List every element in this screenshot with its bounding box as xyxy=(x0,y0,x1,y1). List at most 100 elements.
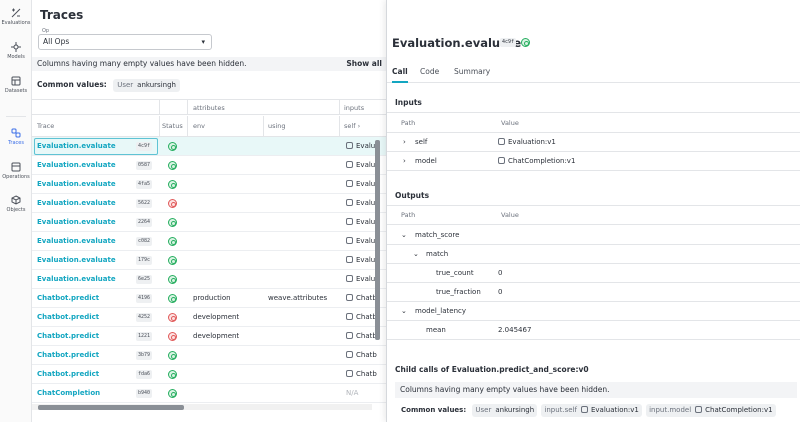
table-row[interactable]: Evaluation.evaluate 179c Evalua xyxy=(32,251,386,270)
common-values: Common values: User ankursingh input.self… xyxy=(401,403,778,417)
tab-summary[interactable]: Summary xyxy=(454,62,490,81)
models-icon xyxy=(11,42,21,52)
col-self[interactable]: self › xyxy=(344,116,360,136)
chip-value: ankursingh xyxy=(495,406,535,414)
table-row[interactable]: Evaluation.evaluate 4c9f Evalua xyxy=(32,137,386,156)
rail-evaluations[interactable]: Evaluations xyxy=(0,8,32,26)
rail-label: Operations xyxy=(2,174,30,180)
output-row[interactable]: ⌄ model_latency xyxy=(387,302,800,321)
self-cell[interactable]: Chatb xyxy=(346,346,377,365)
common-value-chip[interactable]: input.model ChatCompletion:v1 xyxy=(646,404,776,417)
input-value[interactable]: Evaluation:v1 xyxy=(498,133,556,152)
col-status[interactable]: Status xyxy=(162,116,183,136)
rail-datasets[interactable]: Datasets xyxy=(0,76,32,94)
output-path: true_count xyxy=(436,269,474,277)
trace-name-link[interactable]: Evaluation.evaluate xyxy=(37,156,116,175)
outputs-grid: Path Value ⌄ match_score ⌄ match true_co… xyxy=(387,205,800,340)
chip-key: input.model xyxy=(649,406,692,414)
trace-name-link[interactable]: Chatbot.predict xyxy=(37,365,99,384)
hidden-columns-banner: Columns having many empty values have be… xyxy=(32,57,386,71)
table-row[interactable]: Evaluation.evaluate c082 Evalua xyxy=(32,232,386,251)
chip-value: Evaluation:v1 xyxy=(590,406,639,414)
traces-icon xyxy=(11,128,21,138)
trace-name-link[interactable]: Evaluation.evaluate xyxy=(37,232,116,251)
trace-hash: 179c xyxy=(136,256,153,265)
table-row[interactable]: Evaluation.evaluate 2264 Evalua xyxy=(32,213,386,232)
status-error-icon xyxy=(168,313,177,322)
self-cell[interactable]: Chatb xyxy=(346,365,377,384)
input-row[interactable]: › model ChatCompletion:v1 xyxy=(387,152,800,171)
table-row[interactable]: Chatbot.predict 3b79 Chatb xyxy=(32,346,386,365)
trace-hash: 4196 xyxy=(136,294,153,303)
object-icon xyxy=(346,370,353,377)
status-success-icon xyxy=(168,180,177,189)
table-row[interactable]: Chatbot.predict 4196 production weave.at… xyxy=(32,289,386,308)
col-value: Value xyxy=(501,119,519,127)
show-all-button[interactable]: Show all xyxy=(346,57,382,71)
input-value[interactable]: ChatCompletion:v1 xyxy=(498,152,575,171)
table-row[interactable]: Evaluation.evaluate 5622 Evalua xyxy=(32,194,386,213)
self-cell[interactable]: Chatb xyxy=(346,289,377,308)
rail-objects[interactable]: Objects xyxy=(0,195,32,213)
tab-code[interactable]: Code xyxy=(420,62,439,81)
table-row[interactable]: ChatCompletion b940 N/A xyxy=(32,384,386,403)
chevron-right-icon[interactable]: › xyxy=(403,152,406,171)
table-row[interactable]: Evaluation.evaluate 4fa5 Evalua xyxy=(32,175,386,194)
common-value-chip[interactable]: input.self Evaluation:v1 xyxy=(541,404,642,417)
object-icon xyxy=(346,294,353,301)
rail-models[interactable]: Models xyxy=(0,42,32,60)
trace-name-link[interactable]: Evaluation.evaluate xyxy=(37,213,116,232)
trace-name-link[interactable]: Evaluation.evaluate xyxy=(37,137,116,156)
trace-name-link[interactable]: Evaluation.evaluate xyxy=(37,175,116,194)
table-row[interactable]: Chatbot.predict 4252 development Chatb xyxy=(32,308,386,327)
tab-call[interactable]: Call xyxy=(392,62,408,83)
column-header: Trace Status env using self › xyxy=(32,116,386,137)
rail-operations[interactable]: Operations xyxy=(0,162,32,180)
trace-hash: b940 xyxy=(136,389,153,398)
col-trace[interactable]: Trace xyxy=(37,116,54,136)
trace-name-link[interactable]: Chatbot.predict xyxy=(37,308,99,327)
rail-label: Traces xyxy=(8,140,24,146)
self-cell[interactable]: Chatb xyxy=(346,327,377,346)
col-self-label: self xyxy=(344,122,356,130)
col-env[interactable]: env xyxy=(193,116,205,136)
chevron-right-icon[interactable]: › xyxy=(403,133,406,152)
input-value-text: Evaluation:v1 xyxy=(508,138,556,146)
chevron-down-icon[interactable]: ⌄ xyxy=(413,245,419,264)
self-value: Chatb xyxy=(356,332,377,340)
trace-hash: fda6 xyxy=(136,370,153,379)
trace-name-link[interactable]: ChatCompletion xyxy=(37,384,100,403)
table-row[interactable]: Evaluation.evaluate 6e25 Evalua xyxy=(32,270,386,289)
horizontal-scrollbar-thumb[interactable] xyxy=(38,405,184,410)
vertical-scrollbar-thumb[interactable] xyxy=(375,140,380,340)
trace-name-link[interactable]: Evaluation.evaluate xyxy=(37,251,116,270)
self-value: Chatb xyxy=(356,370,377,378)
object-icon xyxy=(580,406,588,413)
common-value-chip[interactable]: User ankursingh xyxy=(113,79,180,92)
object-icon xyxy=(346,199,353,206)
table-row[interactable]: Evaluation.evaluate 0587 Evalua xyxy=(32,156,386,175)
chevron-down-icon[interactable]: ⌄ xyxy=(401,225,407,245)
self-cell[interactable]: Chatb xyxy=(346,308,377,327)
col-using[interactable]: using xyxy=(268,116,286,136)
horizontal-scrollbar[interactable] xyxy=(32,404,372,410)
output-path: true_fraction xyxy=(436,288,481,296)
output-row[interactable]: ⌄ match_score xyxy=(387,225,800,245)
rail-traces[interactable]: Traces xyxy=(0,128,32,146)
table-row[interactable]: Chatbot.predict 1221 development Chatb xyxy=(32,327,386,346)
trace-name-link[interactable]: Chatbot.predict xyxy=(37,346,99,365)
trace-name-link[interactable]: Evaluation.evaluate xyxy=(37,194,116,213)
chevron-right-icon[interactable]: › xyxy=(358,122,361,130)
trace-name-link[interactable]: Evaluation.evaluate xyxy=(37,270,116,289)
env-cell: development xyxy=(193,313,240,321)
input-row[interactable]: › self Evaluation:v1 xyxy=(387,133,800,152)
output-value: 0 xyxy=(498,269,503,277)
chevron-down-icon[interactable]: ⌄ xyxy=(401,302,407,321)
op-filter-select[interactable]: All Ops ▾ xyxy=(38,34,212,50)
output-row[interactable]: ⌄ match xyxy=(387,245,800,264)
trace-name-link[interactable]: Chatbot.predict xyxy=(37,289,99,308)
table-row[interactable]: Chatbot.predict fda6 Chatb xyxy=(32,365,386,384)
trace-name-link[interactable]: Chatbot.predict xyxy=(37,327,99,346)
common-value-chip[interactable]: User ankursingh xyxy=(472,404,538,417)
output-row: mean 2.045467 xyxy=(387,321,800,340)
